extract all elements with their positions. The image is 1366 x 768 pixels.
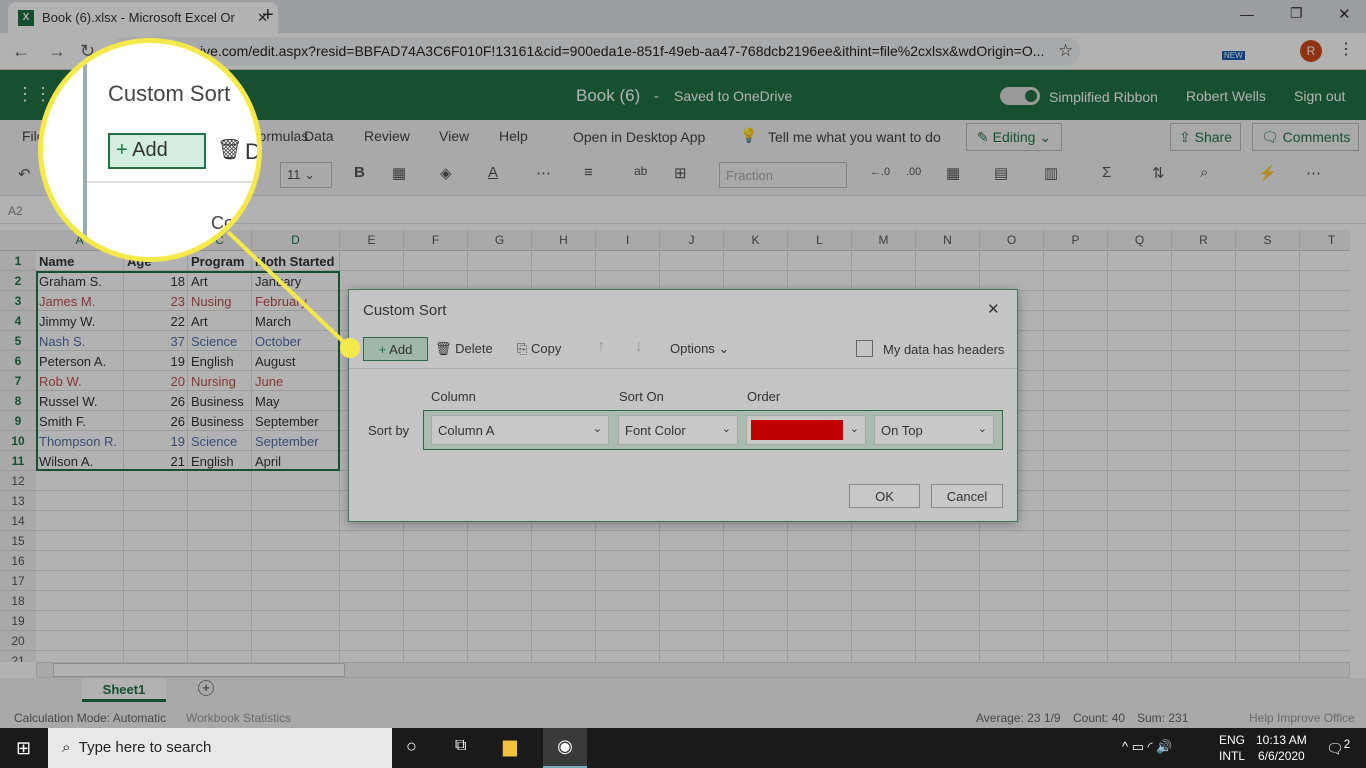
clock-time[interactable]: 10:13 AM xyxy=(1256,733,1307,747)
magnified-add-button: + Add xyxy=(108,133,206,169)
taskbar: ⊞ ⌕ Type here to search ○ ⧉ ▆ ◉ ^ ▭ ◜ 🔊 … xyxy=(0,728,1366,768)
notification-count: 2 xyxy=(1343,738,1351,751)
callout-dot xyxy=(340,338,360,358)
lang-2[interactable]: INTL xyxy=(1219,749,1245,763)
magnified-column-label: Col xyxy=(211,213,239,233)
task-view-icon[interactable]: ⧉ xyxy=(455,737,466,755)
search-placeholder: Type here to search xyxy=(78,739,212,756)
file-explorer-icon[interactable]: ▆ xyxy=(503,736,517,757)
magnifier-callout: Custom Sort + Add 🗑 D Col xyxy=(38,38,262,262)
notifications-icon[interactable]: 🗨2 xyxy=(1326,738,1350,758)
plus-icon: + xyxy=(116,139,128,161)
clock-date[interactable]: 6/6/2020 xyxy=(1258,749,1305,763)
lang-1[interactable]: ENG xyxy=(1219,733,1245,747)
windows-start-icon[interactable]: ⊞ xyxy=(16,738,31,759)
cortana-icon[interactable]: ○ xyxy=(406,736,417,757)
tray-icons[interactable]: ^ ▭ ◜ 🔊 xyxy=(1122,739,1172,755)
magnified-add-label: Add xyxy=(132,139,168,161)
magnified-delete-label: D xyxy=(245,139,261,164)
magnified-title: Custom Sort xyxy=(108,81,231,106)
magnified-border xyxy=(83,43,87,257)
chrome-icon[interactable]: ◉ xyxy=(543,728,587,768)
divider xyxy=(87,181,257,183)
trash-icon: 🗑 xyxy=(217,139,243,161)
taskbar-search[interactable]: ⌕ Type here to search xyxy=(48,728,392,768)
